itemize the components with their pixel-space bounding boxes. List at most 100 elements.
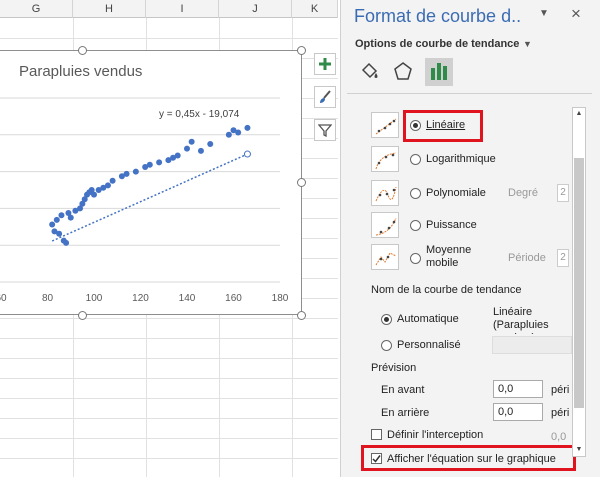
pentagon-icon xyxy=(394,62,412,80)
spreadsheet-area: G H I J K Parapluies vendus 608010012014… xyxy=(0,0,338,477)
close-pane-button[interactable]: × xyxy=(571,4,581,24)
effects-tab[interactable] xyxy=(389,58,417,86)
brush-icon xyxy=(320,90,331,103)
data-point xyxy=(174,152,181,159)
filter-icon xyxy=(318,124,332,137)
intercept-value: 0,0 xyxy=(551,431,567,443)
plus-icon xyxy=(319,58,331,70)
chevron-down-icon[interactable]: ▼ xyxy=(523,39,532,49)
resize-handle-right[interactable] xyxy=(297,178,306,187)
x-tick-label: 180 xyxy=(272,293,289,304)
data-point xyxy=(56,230,63,237)
data-point xyxy=(188,138,195,145)
moving-average-label: Moyenne mobile xyxy=(426,244,472,269)
data-point xyxy=(63,239,70,246)
trendline-options-tab[interactable] xyxy=(425,58,453,86)
custom-name-input[interactable] xyxy=(492,336,572,354)
data-point xyxy=(244,124,251,131)
backward-input[interactable]: 0,0 xyxy=(493,403,543,421)
automatic-name-value: Linéaire (Parapluies vendus ) xyxy=(493,306,549,334)
column-header-i[interactable]: I xyxy=(146,0,219,18)
x-tick-label: 100 xyxy=(86,293,103,304)
scatter-plot[interactable]: 60 80 100 120 140 160 180 y = 0,45x - 19,074 xyxy=(0,51,303,316)
x-tick-label: 160 xyxy=(225,293,242,304)
data-point xyxy=(104,182,111,189)
power-radio[interactable] xyxy=(410,220,421,231)
data-point xyxy=(146,161,153,168)
resize-handle-bottom-right[interactable] xyxy=(297,311,306,320)
degree-label: Degré xyxy=(508,187,538,199)
gridline xyxy=(0,318,338,319)
trendline-equation-label: y = 0,45x - 19,074 xyxy=(159,109,240,120)
power-label: Puissance xyxy=(426,219,477,231)
gridline xyxy=(0,378,338,379)
data-point xyxy=(58,212,65,219)
data-point xyxy=(53,216,60,223)
forward-unit: péri xyxy=(551,384,570,396)
data-point xyxy=(123,170,130,177)
period-spinner[interactable]: 2 xyxy=(557,249,569,267)
period-label: Période xyxy=(508,252,546,264)
set-intercept-label: Définir l'interception xyxy=(387,429,484,441)
scroll-down-arrow-icon[interactable]: ▼ xyxy=(573,444,585,456)
forecast-label: Prévision xyxy=(371,362,417,374)
data-point xyxy=(207,141,214,147)
scrollbar-thumb[interactable] xyxy=(574,158,584,408)
automatic-label: Automatique xyxy=(397,313,459,325)
data-point xyxy=(49,221,56,228)
pane-scrollbar[interactable]: ▲ ▼ xyxy=(572,107,586,457)
trendline-options-header[interactable]: Options de courbe de tendance xyxy=(355,38,519,50)
custom-label: Personnalisé xyxy=(397,339,461,351)
chart-elements-button[interactable] xyxy=(314,53,336,75)
scroll-up-arrow-icon[interactable]: ▲ xyxy=(573,108,585,120)
log-radio[interactable] xyxy=(410,154,421,165)
gridline xyxy=(0,438,338,439)
x-tick-label: 120 xyxy=(132,293,149,304)
highlight-box-equation xyxy=(361,445,576,471)
automatic-radio[interactable] xyxy=(381,314,392,325)
poly-label: Polynomiale xyxy=(426,187,486,199)
linear-trend-icon xyxy=(371,112,399,138)
column-header-h[interactable]: H xyxy=(73,0,146,18)
column-header-g[interactable]: G xyxy=(0,0,73,18)
gridline xyxy=(0,418,338,419)
set-intercept-checkbox[interactable] xyxy=(371,429,382,440)
x-tick-label: 140 xyxy=(179,293,196,304)
poly-radio[interactable] xyxy=(410,188,421,199)
forward-input[interactable]: 0,0 xyxy=(493,380,543,398)
divider xyxy=(347,93,592,94)
column-header-j[interactable]: J xyxy=(219,0,292,18)
chart-area[interactable]: Parapluies vendus 6080100120140160180y =… xyxy=(0,50,302,315)
data-point xyxy=(156,159,163,166)
resize-handle-top-right[interactable] xyxy=(297,46,306,55)
data-point xyxy=(109,177,116,184)
chart-styles-button[interactable] xyxy=(314,86,336,108)
trendline-name-label: Nom de la courbe de tendance xyxy=(371,284,522,296)
column-header-k[interactable]: K xyxy=(292,0,338,18)
gridline xyxy=(0,398,338,399)
power-trend-icon xyxy=(371,212,399,238)
chart-filters-button[interactable] xyxy=(314,119,336,141)
gridline xyxy=(0,38,338,39)
backward-unit: péri xyxy=(551,407,570,419)
resize-handle-top[interactable] xyxy=(78,46,87,55)
resize-handle-bottom[interactable] xyxy=(78,311,87,320)
data-point xyxy=(132,168,139,175)
log-label: Logarithmique xyxy=(426,153,496,165)
data-point xyxy=(197,147,204,154)
x-tick-label: 60 xyxy=(0,293,7,304)
moving-average-radio[interactable] xyxy=(410,253,421,264)
custom-radio[interactable] xyxy=(381,340,392,351)
paint-bucket-icon xyxy=(361,62,378,79)
polynomial-trend-icon xyxy=(371,180,399,206)
backward-label: En arrière xyxy=(381,407,430,419)
data-point xyxy=(235,129,242,136)
data-point xyxy=(91,191,97,198)
data-point xyxy=(67,214,74,221)
data-point xyxy=(225,131,232,138)
degree-spinner[interactable]: 2 xyxy=(557,184,569,202)
gridline xyxy=(0,358,338,359)
pane-menu-dropdown-icon[interactable]: ▼ xyxy=(539,8,549,19)
gridline xyxy=(0,458,338,459)
fill-line-tab[interactable] xyxy=(355,58,383,86)
